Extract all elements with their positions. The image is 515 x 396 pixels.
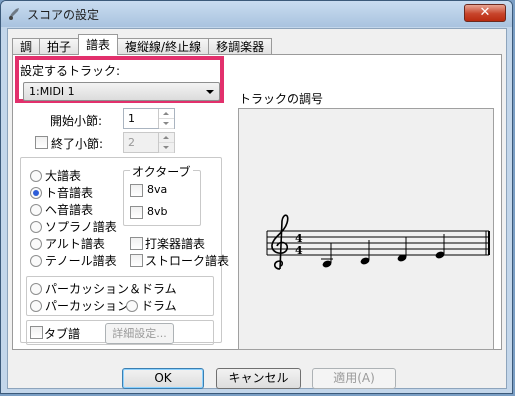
radio-soprano-staff[interactable] xyxy=(30,221,42,233)
drum-label: ドラム xyxy=(141,299,177,313)
radio-percussion-drum[interactable] xyxy=(30,283,42,295)
dialog-window: スコアの設定 ✕ 調 拍子 譜表 複縦線/終止線 移調楽器 設定するトラック: … xyxy=(0,0,513,394)
radio-grand-staff[interactable] xyxy=(30,170,42,182)
percussion-label: パーカッション xyxy=(45,299,130,313)
time-signature-denominator: 4 xyxy=(295,244,303,257)
tab-notation-label: タブ譜 xyxy=(44,327,81,341)
track-select-value: 1:MIDI 1 xyxy=(29,85,75,98)
note-1 xyxy=(321,243,333,268)
end-measure-checkbox[interactable] xyxy=(35,136,48,149)
tab-barlines[interactable]: 複縦線/終止線 xyxy=(117,38,210,55)
stroke-staff-checkbox[interactable] xyxy=(130,254,143,267)
apply-button[interactable]: 適用(A) xyxy=(312,368,396,389)
track-select[interactable]: 1:MIDI 1 xyxy=(23,82,220,101)
radio-drum[interactable] xyxy=(126,300,138,312)
treble-clef-icon xyxy=(271,214,289,270)
spin-down-icon[interactable] xyxy=(159,143,174,153)
tab-notation-checkbox[interactable] xyxy=(30,326,43,339)
start-measure-label: 開始小節: xyxy=(50,114,103,128)
spin-up-icon[interactable] xyxy=(159,133,174,143)
treble-staff-label: ト音譜表 xyxy=(45,186,94,200)
tab-time-signature[interactable]: 拍子 xyxy=(39,38,80,55)
window-title: スコアの設定 xyxy=(27,8,100,22)
grand-staff-label: 大譜表 xyxy=(45,169,82,183)
end-measure-label: 終了小節: xyxy=(51,137,104,151)
tab-staff[interactable]: 譜表 xyxy=(78,34,119,55)
percussion-staff-checkbox[interactable] xyxy=(130,237,143,250)
octave-8va-checkbox[interactable] xyxy=(130,184,143,197)
dialog-client: 調 拍子 譜表 複縦線/終止線 移調楽器 設定するトラック: 1:MIDI 1 … xyxy=(7,28,507,389)
start-measure-value: 1 xyxy=(128,112,135,125)
staff-tab-panel: 設定するトラック: 1:MIDI 1 開始小節: 1 終了小節: 2 大譜表 ト… xyxy=(12,54,502,350)
tab-transposing-instruments[interactable]: 移調楽器 xyxy=(208,38,273,55)
tab-key[interactable]: 調 xyxy=(12,38,41,55)
stroke-staff-label: ストローク譜表 xyxy=(145,254,230,268)
tenor-staff-label: テノール譜表 xyxy=(45,254,117,268)
ok-button[interactable]: OK xyxy=(122,368,204,389)
detail-settings-button[interactable]: 詳細設定... xyxy=(105,323,174,344)
app-icon xyxy=(9,8,19,20)
cancel-button[interactable]: キャンセル xyxy=(216,368,301,389)
chevron-down-icon xyxy=(206,90,214,94)
radio-percussion[interactable] xyxy=(30,300,42,312)
percussion-staff-label: 打楽器譜表 xyxy=(145,237,206,251)
note-4 xyxy=(435,234,445,259)
soprano-staff-label: ソプラノ譜表 xyxy=(45,220,117,234)
bass-staff-label: ヘ音譜表 xyxy=(45,203,94,217)
tab-strip: 調 拍子 譜表 複縦線/終止線 移調楽器 xyxy=(12,34,273,55)
end-measure-stepper[interactable]: 2 xyxy=(123,132,175,153)
spin-down-icon[interactable] xyxy=(159,119,174,129)
octave-group-title: オクターブ xyxy=(130,163,193,180)
title-bar: スコアの設定 ✕ xyxy=(1,1,512,27)
radio-tenor-staff[interactable] xyxy=(30,255,42,267)
note-3 xyxy=(397,237,407,262)
octave-8vb-label: 8vb xyxy=(147,205,168,218)
octave-8vb-checkbox[interactable] xyxy=(130,206,143,219)
radio-alto-staff[interactable] xyxy=(30,238,42,250)
radio-bass-staff[interactable] xyxy=(30,204,42,216)
track-label: 設定するトラック: xyxy=(20,64,121,78)
percussion-drum-label: パーカッション＆ドラム xyxy=(45,282,177,296)
alto-staff-label: アルト譜表 xyxy=(45,237,105,251)
key-signature-preview: 4 4 xyxy=(238,108,494,350)
octave-8va-label: 8va xyxy=(147,183,168,196)
preview-title: トラックの調号 xyxy=(239,92,324,106)
end-measure-value: 2 xyxy=(128,136,135,149)
start-measure-stepper[interactable]: 1 xyxy=(123,108,175,129)
close-icon: ✕ xyxy=(479,5,491,20)
spin-up-icon[interactable] xyxy=(159,109,174,119)
radio-treble-staff[interactable] xyxy=(30,187,42,199)
close-button[interactable]: ✕ xyxy=(464,4,506,22)
staff-preview-svg: 4 4 xyxy=(266,214,490,270)
note-2 xyxy=(360,240,370,265)
